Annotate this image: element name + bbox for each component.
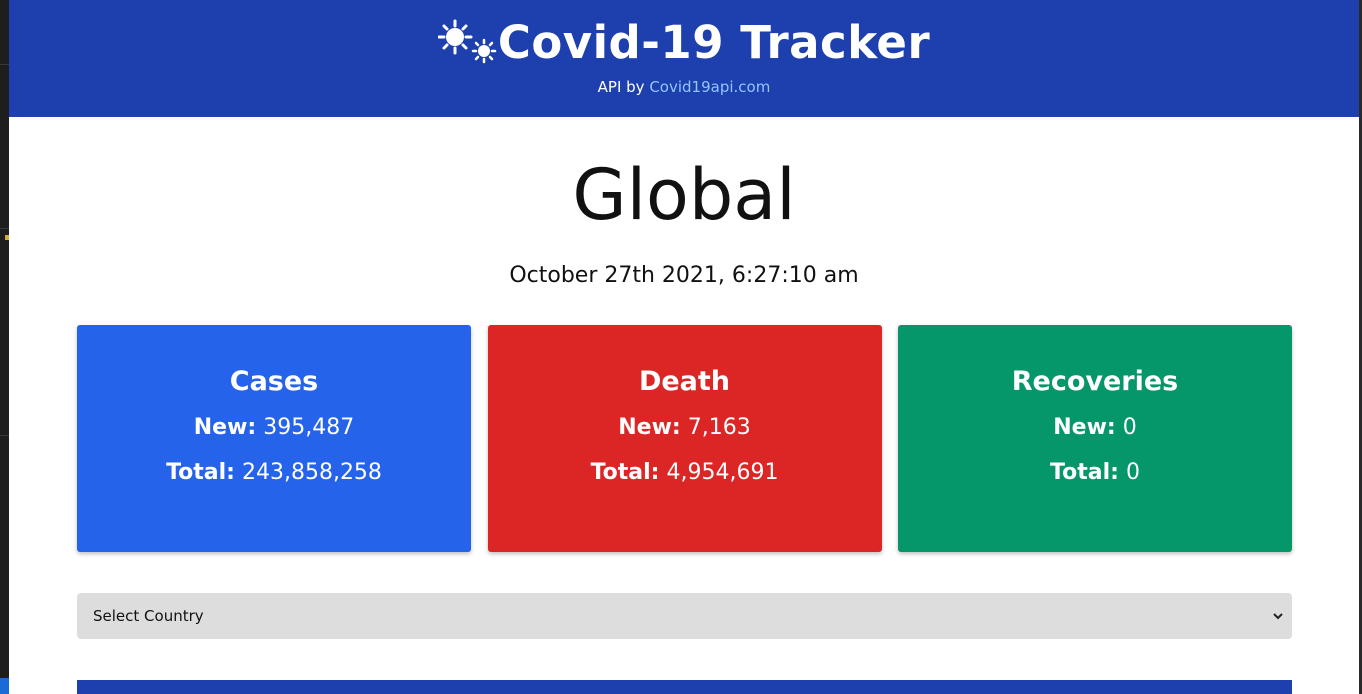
country-select[interactable]: Select Country — [77, 593, 1292, 639]
total-value: 0 — [1125, 460, 1140, 485]
app-page: Covid-19 Tracker API by Covid19api.com G… — [9, 0, 1359, 694]
stats-cards: Cases New: 395,487 Total: 243,858,258 De… — [77, 325, 1292, 552]
new-label: New: — [618, 415, 681, 440]
new-value: 395,487 — [263, 415, 355, 440]
new-deaths: New: 7,163 — [488, 415, 882, 440]
death-card: Death New: 7,163 Total: 4,954,691 — [487, 325, 882, 552]
new-value: 7,163 — [687, 415, 751, 440]
last-updated-date: October 27th 2021, 6:27:10 am — [509, 263, 859, 288]
site-header: Covid-19 Tracker API by Covid19api.com — [9, 0, 1359, 117]
country-select-value: Select Country — [93, 607, 204, 625]
card-title: Recoveries — [1011, 366, 1179, 397]
card-title: Death — [638, 366, 731, 397]
total-label: Total: — [1050, 460, 1119, 485]
card-title: Cases — [229, 366, 319, 397]
api-credit: API by Covid19api.com — [9, 78, 1359, 96]
new-cases: New: 395,487 — [77, 415, 471, 440]
total-value: 243,858,258 — [241, 460, 382, 485]
page-title: Covid-19 Tracker — [497, 15, 931, 69]
new-label: New: — [193, 415, 257, 440]
cases-card: Cases New: 395,487 Total: 243,858,258 — [77, 325, 471, 552]
api-link[interactable]: Covid19api.com — [649, 78, 770, 96]
results-panel-top — [77, 680, 1292, 694]
region-heading: Global — [572, 154, 796, 236]
total-label: Total: — [166, 460, 235, 485]
new-recoveries: New: 0 — [898, 415, 1292, 440]
total-value: 4,954,691 — [666, 460, 779, 485]
recoveries-card: Recoveries New: 0 Total: 0 — [898, 325, 1292, 552]
total-label: Total: — [590, 460, 660, 485]
title-row: Covid-19 Tracker — [9, 0, 1359, 70]
total-cases: Total: 243,858,258 — [77, 460, 471, 485]
chevron-down-icon — [1273, 609, 1283, 624]
virus-icon — [437, 17, 500, 67]
total-recoveries: Total: 0 — [898, 460, 1292, 485]
api-credit-prefix: API by — [597, 78, 650, 96]
new-value: 0 — [1122, 415, 1137, 440]
window-left-edge — [0, 0, 9, 694]
total-deaths: Total: 4,954,691 — [488, 460, 882, 485]
new-label: New: — [1053, 415, 1116, 440]
